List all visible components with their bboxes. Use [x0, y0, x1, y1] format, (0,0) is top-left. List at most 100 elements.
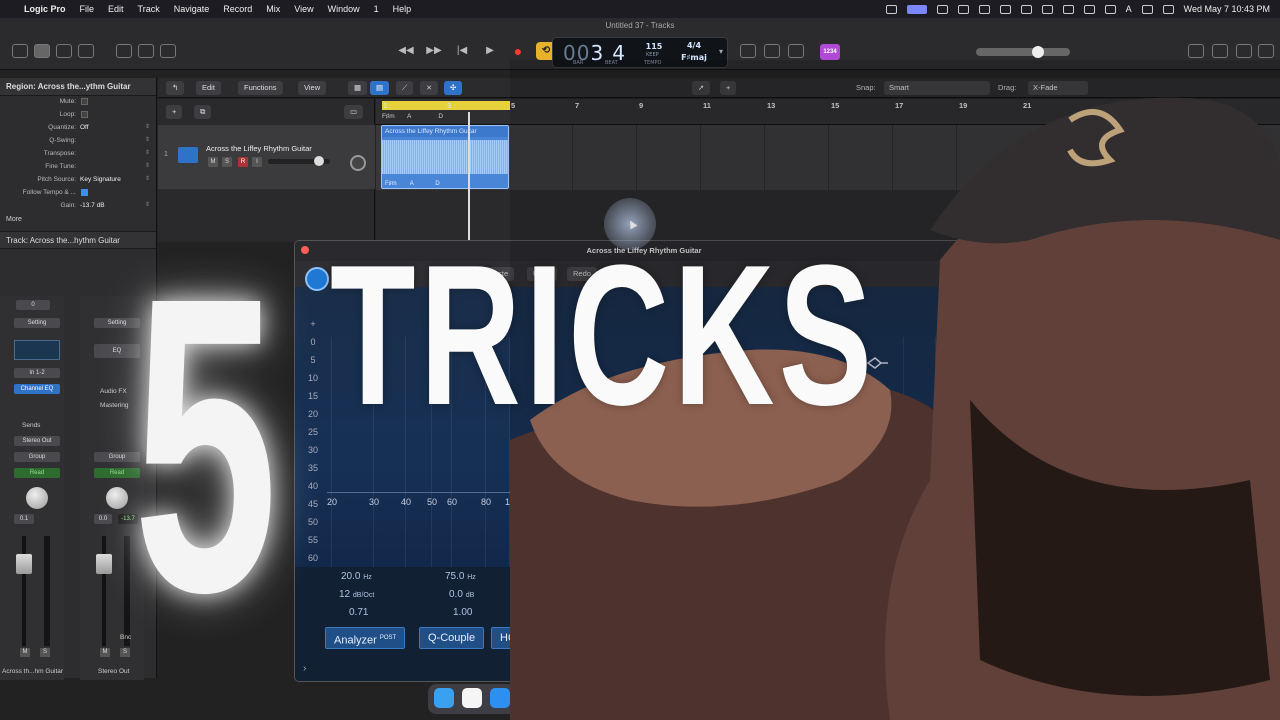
- siri-icon[interactable]: [1162, 4, 1174, 14]
- group-slot[interactable]: Group: [14, 452, 60, 462]
- band2-q[interactable]: 1.00: [453, 607, 472, 618]
- list-view-icon[interactable]: ▤: [370, 81, 390, 95]
- add-track-icon[interactable]: +: [166, 105, 183, 119]
- inspector-row-value[interactable]: Off: [80, 124, 89, 131]
- user-switch-icon[interactable]: [1104, 4, 1116, 14]
- setting-button[interactable]: Setting: [14, 318, 60, 328]
- solo-button[interactable]: S: [120, 648, 130, 657]
- audio-region[interactable]: Across the Liffey Rhythm Guitar F♯m A D: [381, 125, 509, 189]
- flex-icon[interactable]: ✣: [444, 81, 463, 95]
- inspector-row[interactable]: Fine Tune: ⇕: [0, 161, 156, 174]
- track-solo-button[interactable]: S: [222, 157, 232, 167]
- forward-icon[interactable]: ▶▶: [424, 42, 444, 60]
- search-icon[interactable]: [1083, 4, 1095, 14]
- master-volume-slider[interactable]: [976, 46, 1070, 58]
- band1-freq[interactable]: 20.0 Hz: [341, 571, 372, 582]
- go-to-start-icon[interactable]: |◀: [452, 42, 472, 60]
- battery-icon[interactable]: [1020, 4, 1032, 14]
- track-volume-slider[interactable]: [268, 156, 330, 166]
- menu-1[interactable]: 1: [374, 4, 379, 14]
- functions-menu[interactable]: Functions: [238, 81, 283, 95]
- control-center-icon[interactable]: [906, 4, 927, 14]
- stepper-icon[interactable]: ⇕: [145, 201, 150, 208]
- inspector-row[interactable]: Quantize: Off ⇕: [0, 122, 156, 135]
- smart-controls-icon[interactable]: [116, 44, 132, 58]
- global-tracks-icon[interactable]: ▭: [344, 105, 364, 119]
- tuner-icon[interactable]: [764, 44, 780, 58]
- master-volume-knob[interactable]: [1032, 46, 1044, 58]
- notepad-icon[interactable]: [788, 44, 804, 58]
- output-slot[interactable]: Stereo Out: [14, 436, 60, 446]
- quick-help-icon[interactable]: [56, 44, 72, 58]
- volume-value[interactable]: 0.0: [94, 514, 112, 524]
- browser-icon[interactable]: [1258, 44, 1274, 58]
- eq-thumbnail[interactable]: [14, 340, 60, 360]
- display-icon[interactable]: [936, 4, 948, 14]
- fader-cap[interactable]: [96, 554, 112, 574]
- inspector-row[interactable]: Transpose: ⇕: [0, 148, 156, 161]
- track-row[interactable]: 1 Across the Liffey Rhythm Guitar M S R …: [158, 125, 375, 189]
- lcd-signature[interactable]: 4/4: [679, 41, 709, 50]
- menu-mix[interactable]: Mix: [266, 4, 280, 14]
- stepper-icon[interactable]: ⇕: [145, 149, 150, 156]
- mute-button[interactable]: M: [20, 648, 30, 657]
- bounce-button[interactable]: Bnc: [120, 634, 131, 641]
- input-source[interactable]: A: [1126, 4, 1132, 14]
- lcd-tempo[interactable]: 115: [643, 42, 665, 51]
- region-header[interactable]: Region: Across the...ythm Guitar: [0, 78, 156, 96]
- mastering-label[interactable]: Mastering: [100, 402, 129, 409]
- mixer-icon[interactable]: [138, 44, 154, 58]
- inspector-row[interactable]: Pitch Source: Key Signature ⇕: [0, 174, 156, 187]
- band1-slope[interactable]: 12 dB/Oct: [339, 589, 374, 600]
- toolbar-icon[interactable]: [78, 44, 94, 58]
- pan-knob[interactable]: [26, 487, 48, 509]
- back-icon[interactable]: ↰: [166, 81, 185, 95]
- pan-knob[interactable]: [106, 487, 128, 509]
- analyzer-button[interactable]: Analyzer POST: [325, 627, 406, 649]
- inspector-checkbox[interactable]: [81, 111, 88, 118]
- inspector-row-value[interactable]: -13.7 dB: [80, 202, 105, 209]
- note-pad-icon[interactable]: [1212, 44, 1228, 58]
- automation-mode[interactable]: Read: [14, 468, 60, 478]
- rewind-icon[interactable]: ◀◀: [396, 42, 416, 60]
- crossfade-icon[interactable]: ⨯: [420, 81, 439, 95]
- duplicate-track-icon[interactable]: ⧉: [194, 105, 212, 119]
- chat-icon[interactable]: [957, 4, 969, 14]
- menu-record[interactable]: Record: [223, 4, 252, 14]
- track-volume-knob[interactable]: [314, 156, 324, 166]
- q-couple-button[interactable]: Q-Couple: [419, 627, 485, 649]
- chevron-right-icon[interactable]: ›: [303, 663, 306, 674]
- menu-navigate[interactable]: Navigate: [174, 4, 210, 14]
- launchpad-icon[interactable]: [462, 688, 482, 708]
- input-slot[interactable]: In 1-2: [14, 368, 60, 378]
- wifi-icon[interactable]: [1041, 4, 1053, 14]
- volume-value[interactable]: 0.1: [14, 514, 34, 524]
- inspector-row[interactable]: Mute:: [0, 96, 156, 109]
- close-icon[interactable]: [301, 246, 309, 254]
- power-icon[interactable]: [305, 267, 329, 291]
- band2-gain[interactable]: 0.0 dB: [449, 589, 474, 600]
- inspector-row[interactable]: Follow Tempo & ...: [0, 187, 156, 200]
- menu-window[interactable]: Window: [328, 4, 360, 14]
- screen-record-icon[interactable]: [885, 4, 897, 14]
- track-input-monitor-button[interactable]: I: [252, 157, 262, 167]
- cycle-area[interactable]: [382, 101, 510, 110]
- menu-edit[interactable]: Edit: [108, 4, 124, 14]
- count-in-badge[interactable]: 1234: [820, 44, 840, 60]
- toggle-icon[interactable]: [1141, 4, 1153, 14]
- track-mute-button[interactable]: M: [208, 157, 218, 167]
- list-editors-icon[interactable]: [740, 44, 756, 58]
- menu-help[interactable]: Help: [393, 4, 412, 14]
- stepper-icon[interactable]: ⇕: [145, 162, 150, 169]
- band1-q[interactable]: 0.71: [349, 607, 368, 618]
- stepper-icon[interactable]: ⇕: [145, 123, 150, 130]
- channel-eq-slot[interactable]: Channel EQ: [14, 384, 60, 394]
- safari-icon[interactable]: [490, 688, 510, 708]
- inspector-checkbox[interactable]: [81, 98, 88, 105]
- volume-fader[interactable]: [22, 536, 26, 646]
- inspector-row-value[interactable]: Key Signature: [80, 176, 121, 183]
- library-icon[interactable]: [12, 44, 28, 58]
- track-pan-knob[interactable]: [350, 155, 366, 171]
- list-icon[interactable]: [1188, 44, 1204, 58]
- record-icon[interactable]: ●: [508, 42, 528, 60]
